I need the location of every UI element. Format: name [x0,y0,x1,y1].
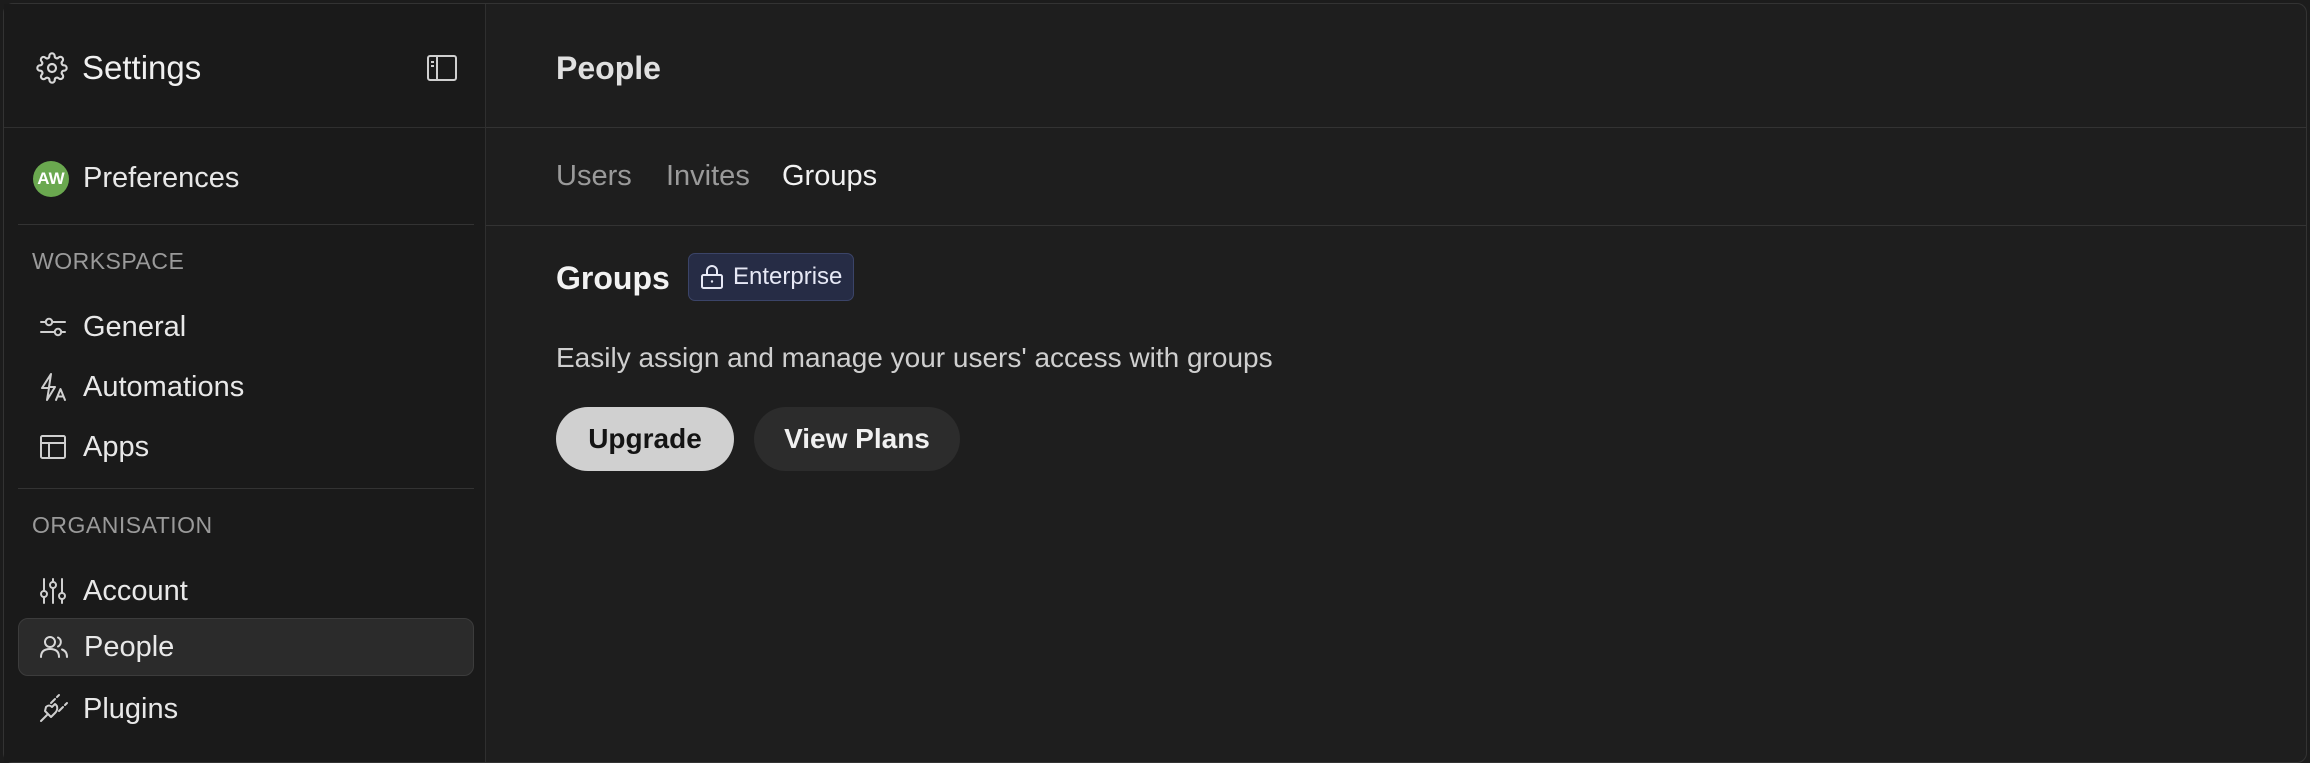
sidebar-item-preferences[interactable]: AW Preferences [18,149,474,207]
section-description: Easily assign and manage your users' acc… [556,342,1273,373]
sliders-vertical-icon [37,575,69,607]
sidebar-item-plugins[interactable]: Plugins [18,680,474,738]
lock-icon [699,264,725,290]
sidebar-item-apps[interactable]: Apps [18,418,474,476]
settings-window: Settings AW Preferences WORKSPACE Genera… [3,3,2307,763]
sidebar-item-label: Account [83,575,188,607]
gear-icon [36,52,68,84]
tab-users[interactable]: Users [556,156,632,196]
people-icon [38,631,70,663]
enterprise-badge: Enterprise [688,253,854,301]
section-heading-workspace: WORKSPACE [32,248,185,274]
sliders-horizontal-icon [37,311,69,343]
sidebar-divider [18,488,474,489]
main-header: People [486,4,2306,128]
apps-layout-icon [37,431,69,463]
section-title: Groups [556,260,670,296]
main-content: People Users Invites Groups Groups Enter… [486,4,2306,762]
section-heading-organisation: ORGANISATION [32,512,213,538]
plug-icon [37,693,69,725]
sidebar-item-label: Plugins [83,693,179,725]
tab-groups[interactable]: Groups [782,156,877,196]
tab-invites[interactable]: Invites [666,156,750,196]
sidebar-toggle-icon[interactable] [426,54,458,82]
view-plans-button[interactable]: View Plans [754,407,960,471]
upgrade-button[interactable]: Upgrade [556,407,734,471]
sidebar-item-people[interactable]: People [18,618,474,676]
avatar: AW [33,161,69,197]
sidebar-header: Settings [4,4,486,128]
sidebar-divider [18,224,474,225]
sidebar: Settings AW Preferences WORKSPACE Genera… [4,4,486,762]
sidebar-item-label: Automations [83,371,245,403]
sidebar-item-label: Apps [83,431,150,463]
sidebar-item-automations[interactable]: Automations [18,358,474,416]
sidebar-item-label: Preferences [83,162,240,194]
badge-label: Enterprise [733,263,843,290]
sidebar-item-general[interactable]: General [18,298,474,356]
page-title: People [556,50,661,86]
tab-bar: Users Invites Groups [486,128,2306,226]
sidebar-item-account[interactable]: Account [18,562,474,620]
sidebar-item-label: People [84,631,175,663]
sidebar-item-label: General [83,311,187,343]
sidebar-title: Settings [82,49,202,86]
automation-bolt-icon [37,371,69,403]
